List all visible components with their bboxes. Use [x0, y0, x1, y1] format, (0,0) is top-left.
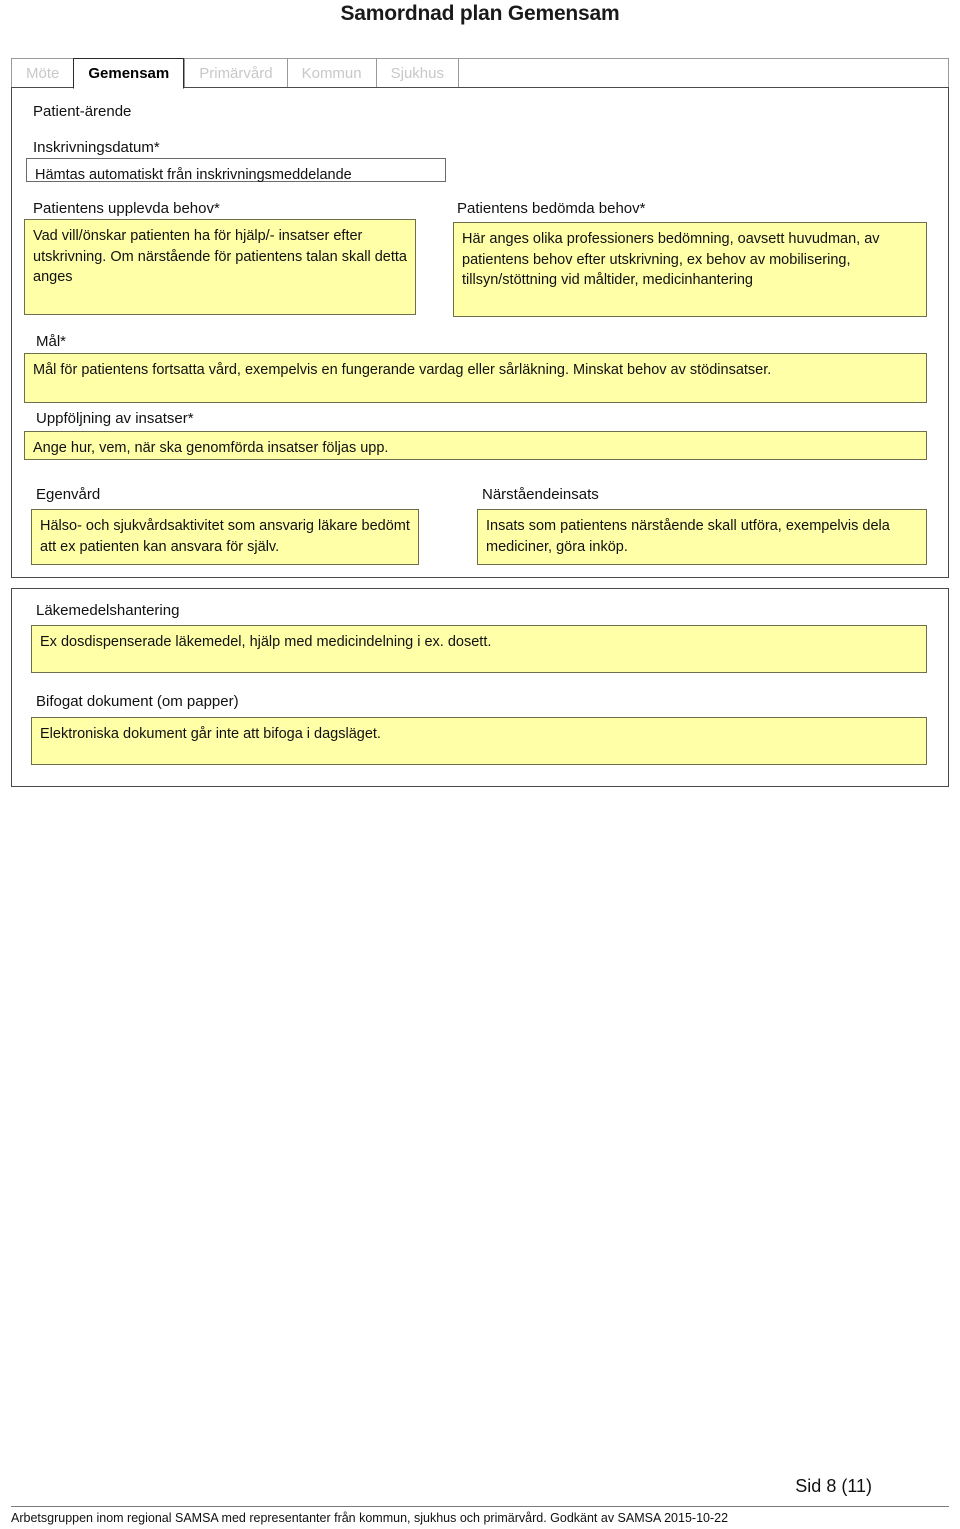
label-mal: Mål* [36, 333, 67, 350]
tab-kommun[interactable]: Kommun [286, 58, 376, 88]
field-bedomda-behov-value: Här anges olika professioners bedömning,… [462, 231, 880, 289]
label-uppfoljning: Uppföljning av insatser* [36, 410, 194, 427]
label-bifogat-dokument: Bifogat dokument (om papper) [36, 693, 239, 710]
tab-gemensam[interactable]: Gemensam [73, 58, 185, 89]
field-egenvard-value: Hälso- och sjukvårdsaktivitet som ansvar… [40, 518, 410, 555]
footer-note: Arbetsgruppen inom regional SAMSA med re… [11, 1511, 729, 1525]
footer-divider [11, 1506, 949, 1507]
label-lakemedelshantering: Läkemedelshantering [36, 602, 180, 619]
field-mal[interactable]: Mål för patientens fortsatta vård, exemp… [24, 353, 927, 403]
field-uppfoljning[interactable]: Ange hur, vem, när ska genomförda insats… [24, 431, 927, 460]
section-heading-patient-arende: Patient-ärende [33, 103, 132, 120]
field-bedomda-behov[interactable]: Här anges olika professioners bedömning,… [453, 222, 927, 317]
page-number: Sid 8 (11) [795, 1476, 872, 1496]
field-inskrivningsdatum[interactable]: Hämtas automatiskt från inskrivningsmedd… [26, 158, 446, 183]
field-uppfoljning-value: Ange hur, vem, när ska genomförda insats… [33, 440, 389, 456]
field-upplevda-behov-value: Vad vill/önskar patienten ha för hjälp/-… [33, 228, 407, 286]
field-egenvard[interactable]: Hälso- och sjukvårdsaktivitet som ansvar… [31, 509, 419, 565]
label-egenvard: Egenvård [36, 486, 101, 503]
tab-sjukhus[interactable]: Sjukhus [375, 58, 458, 88]
field-bifogat-dokument-value: Elektroniska dokument går inte att bifog… [40, 726, 381, 742]
field-mal-value: Mål för patientens fortsatta vård, exemp… [33, 362, 772, 378]
label-inskrivningsdatum: Inskrivningsdatum* [33, 139, 160, 156]
tab-bar: Möte Gemensam Primärvård Kommun Sjukhus [11, 58, 949, 89]
tab-mote[interactable]: Möte [11, 58, 74, 88]
field-narstaendeinsats[interactable]: Insats som patientens närstående skall u… [477, 509, 927, 565]
field-narstaendeinsats-value: Insats som patientens närstående skall u… [486, 518, 890, 555]
label-upplevda-behov: Patientens upplevda behov* [33, 200, 220, 217]
field-bifogat-dokument[interactable]: Elektroniska dokument går inte att bifog… [31, 717, 927, 765]
label-narstaendeinsats: Närståendeinsats [482, 486, 599, 503]
label-bedomda-behov: Patientens bedömda behov* [457, 200, 646, 217]
tab-bar-empty-area [458, 58, 949, 88]
field-inskrivningsdatum-value: Hämtas automatiskt från inskrivningsmedd… [35, 167, 352, 183]
field-upplevda-behov[interactable]: Vad vill/önskar patienten ha för hjälp/-… [24, 219, 416, 315]
field-lakemedelshantering-value: Ex dosdispenserade läkemedel, hjälp med … [40, 634, 492, 650]
field-lakemedelshantering[interactable]: Ex dosdispenserade läkemedel, hjälp med … [31, 625, 927, 673]
page-title: Samordnad plan Gemensam [340, 2, 620, 25]
tab-primarvard[interactable]: Primärvård [184, 58, 287, 88]
